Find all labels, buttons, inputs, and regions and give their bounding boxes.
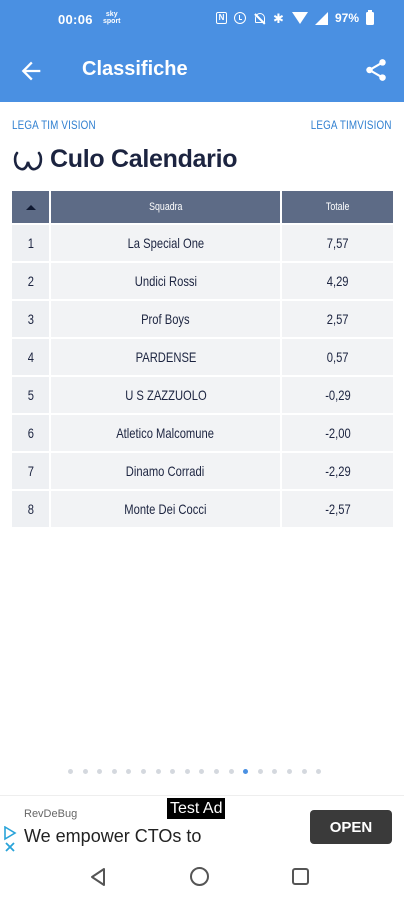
row-position: 5 [27, 387, 34, 403]
table-row[interactable]: 4 PARDENSE 0,57 [12, 339, 393, 377]
bluetooth-icon: ✱ [273, 10, 284, 26]
page-dot[interactable] [126, 769, 132, 774]
nav-back-button[interactable] [89, 867, 107, 887]
page-dot[interactable] [97, 769, 103, 774]
wifi-icon [291, 12, 308, 24]
triangle-back-icon [91, 868, 105, 886]
page-dot[interactable] [111, 769, 117, 774]
ad-choices-icon[interactable] [3, 825, 17, 852]
table-row[interactable]: 1 La Special One 7,57 [12, 225, 393, 263]
page-dot[interactable] [257, 769, 263, 774]
row-total: 0,57 [326, 349, 349, 365]
table-row[interactable]: 3 Prof Boys 2,57 [12, 301, 393, 339]
row-position: 1 [27, 235, 34, 251]
sky-logo-top: sky [105, 11, 118, 18]
sort-ascending-icon [25, 204, 36, 210]
share-icon [366, 59, 386, 81]
row-position: 8 [27, 501, 34, 517]
sky-sport-logo: sky sport [103, 11, 121, 25]
row-position: 2 [27, 273, 34, 289]
table-row[interactable]: 8 Monte Dei Cocci -2,57 [12, 491, 393, 529]
section-title: Culo Calendario [50, 145, 238, 173]
row-team: Dinamo Corradi [126, 463, 205, 479]
status-bar: 00:06 sky sport N ✱ 97% [0, 0, 404, 40]
page-dot[interactable] [228, 769, 234, 774]
row-position: 7 [27, 463, 34, 479]
test-ad-badge: Test Ad [167, 798, 226, 819]
ad-headline: We empower CTOs to [24, 826, 202, 846]
row-total: -2,57 [324, 501, 351, 517]
system-nav-bar [0, 855, 404, 900]
share-button[interactable] [363, 57, 389, 83]
page-dot[interactable] [82, 769, 88, 774]
sort-header[interactable] [12, 191, 49, 223]
page-indicator[interactable] [68, 769, 322, 774]
table-row[interactable]: 5 U S ZAZZUOLO -0,29 [12, 377, 393, 415]
row-position: 6 [27, 425, 34, 441]
league-name-right[interactable]: LEGA TIMVISION [311, 118, 392, 132]
page-dot[interactable] [272, 769, 278, 774]
page-dot[interactable] [184, 769, 190, 774]
row-total: -0,29 [324, 387, 351, 403]
page-dot[interactable] [68, 769, 73, 774]
status-icons: N ✱ 97% [215, 9, 374, 26]
nfc-icon: N [215, 12, 227, 24]
nav-recents-button[interactable] [292, 868, 309, 885]
mute-bell-icon [253, 12, 265, 24]
row-total: 2,57 [326, 311, 349, 327]
page-dot[interactable] [316, 769, 322, 774]
alarm-icon [233, 12, 246, 24]
horseshoe-icon [13, 149, 43, 173]
row-total: -2,00 [324, 425, 351, 441]
row-team: PARDENSE [135, 349, 196, 365]
row-team: Prof Boys [141, 311, 190, 327]
page-title: Classifiche [82, 58, 188, 80]
signal-icon [314, 11, 328, 25]
row-position: 4 [27, 349, 34, 365]
row-total: 7,57 [326, 235, 349, 251]
back-button[interactable] [17, 57, 45, 85]
ad-open-button[interactable]: OPEN [310, 810, 392, 844]
row-total: 4,29 [326, 273, 349, 289]
row-team: Undici Rossi [134, 273, 197, 289]
arrow-left-icon [21, 61, 41, 81]
header-total[interactable]: Totale [282, 191, 393, 223]
nav-home-button[interactable] [190, 867, 209, 886]
page-dot[interactable] [155, 769, 161, 774]
row-position: 3 [27, 311, 34, 327]
row-team: U S ZAZZUOLO [124, 387, 207, 403]
row-team: La Special One [127, 235, 204, 251]
row-team: Atletico Malcomune [116, 425, 215, 441]
table-header: Squadra Totale [12, 191, 393, 223]
row-team: Monte Dei Cocci [124, 501, 207, 517]
table-row[interactable]: 2 Undici Rossi 4,29 [12, 263, 393, 301]
page-dot[interactable] [213, 769, 219, 774]
standings-table: Squadra Totale 1 La Special One 7,57 2 U… [12, 191, 393, 529]
page-dot[interactable] [170, 769, 176, 774]
battery-icon [366, 9, 374, 25]
status-time: 00:06 [58, 12, 93, 27]
header-team[interactable]: Squadra [51, 191, 280, 223]
page-dot-active[interactable] [243, 769, 249, 774]
sky-logo-bottom: sport [103, 18, 121, 25]
page-dot[interactable] [199, 769, 205, 774]
league-name-left[interactable]: LEGA TIM VISION [12, 118, 96, 132]
ad-banner[interactable]: Test Ad RevDeBug We empower CTOs to OPEN [0, 795, 404, 855]
table-row[interactable]: 7 Dinamo Corradi -2,29 [12, 453, 393, 491]
page-dot[interactable] [140, 769, 146, 774]
app-bar: Classifiche [0, 40, 404, 102]
row-total: -2,29 [324, 463, 351, 479]
header-total-label: Totale [325, 201, 350, 213]
battery-percent: 97% [334, 11, 359, 25]
ad-advertiser: RevDeBug [24, 808, 78, 820]
page-dot[interactable] [301, 769, 307, 774]
header-team-label: Squadra [148, 201, 183, 213]
table-row[interactable]: 6 Atletico Malcomune -2,00 [12, 415, 393, 453]
page-dot[interactable] [286, 769, 292, 774]
